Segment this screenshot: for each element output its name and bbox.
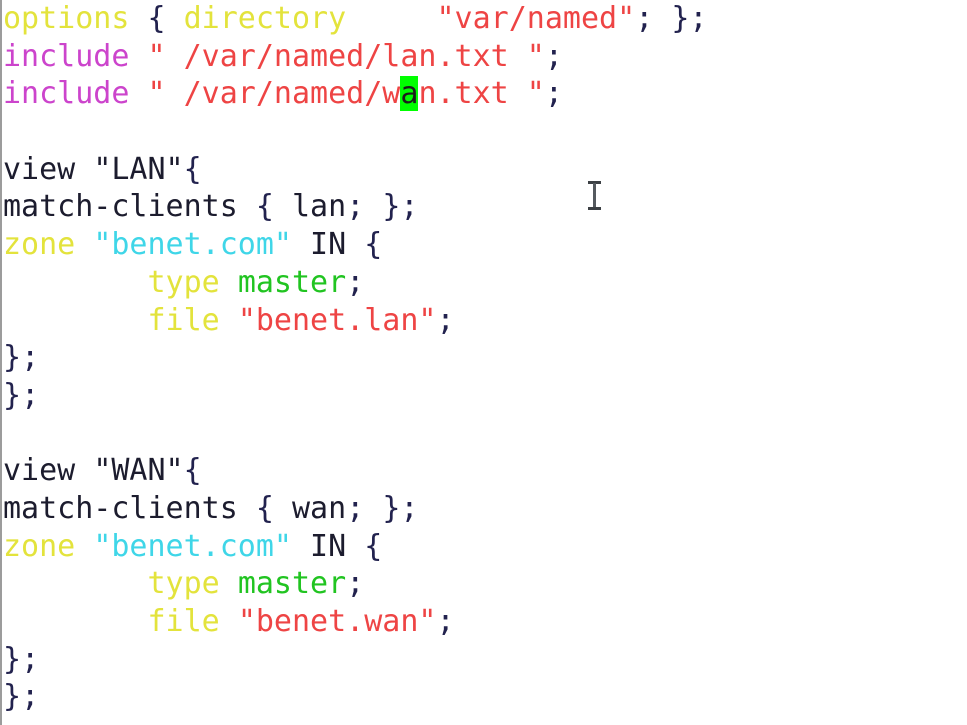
code-token-punct: ;	[400, 490, 419, 526]
code-token-punct: ;	[544, 76, 563, 112]
code-token-string-highlighted: a	[400, 76, 419, 112]
code-token-keyword: file	[147, 604, 220, 639]
code-token-string: "benet.wan"	[237, 604, 437, 639]
code-token-string: " /var/named/lan.txt "	[147, 38, 545, 74]
code-token-punct: ;	[635, 1, 654, 36]
code-token-keyword: options	[3, 1, 130, 36]
code-token-punct: ;	[21, 679, 40, 715]
window-left-border	[0, 0, 2, 725]
code-line[interactable]: };	[3, 339, 963, 377]
code-token-punct: {	[255, 189, 274, 225]
code-line[interactable]: };	[3, 377, 963, 415]
code-token-punct: {	[364, 528, 383, 564]
code-token-punct: ;	[346, 189, 383, 225]
code-line[interactable]: match-clients { lan; };	[3, 188, 963, 226]
code-token-punct: ;	[21, 377, 40, 413]
code-line[interactable]	[3, 113, 963, 151]
code-token-plain: lan	[273, 189, 347, 225]
code-token-punct: ;	[346, 490, 383, 526]
code-token-string: "var/named"	[436, 1, 636, 36]
code-token-punct: }	[671, 1, 690, 36]
code-line[interactable]: include " /var/named/lan.txt ";	[3, 38, 963, 76]
code-token-keyword: directory	[183, 1, 347, 36]
code-token-keyword: zone	[3, 528, 76, 564]
editor-window: options { directory "var/named"; }; inclu…	[0, 0, 967, 725]
code-token-plain: IN	[292, 227, 365, 263]
code-token-punct: }	[382, 189, 401, 225]
code-token-plain: IN	[292, 528, 365, 564]
code-token-punct: }	[382, 490, 401, 526]
code-line[interactable]: match-clients { wan; };	[3, 490, 963, 528]
code-token-plain: wan	[273, 490, 347, 526]
code-token-string: n.txt "	[418, 76, 545, 112]
code-token-punct: {	[255, 490, 274, 526]
code-line[interactable]: };	[3, 641, 963, 679]
code-token-plain: match-clients	[3, 189, 256, 225]
code-token-punct: }	[3, 679, 22, 715]
code-token-value: master	[237, 264, 347, 300]
code-line[interactable]: };	[3, 678, 963, 716]
code-token-include: include	[3, 76, 130, 112]
code-token-string: "benet.lan"	[237, 302, 437, 338]
code-line[interactable]: file "benet.lan";	[3, 302, 963, 340]
code-line[interactable]	[3, 415, 963, 453]
code-token-plain: "LAN"	[93, 151, 184, 187]
code-token-keyword: zone	[3, 227, 76, 263]
code-token-plain: view	[3, 151, 94, 187]
code-line[interactable]: file "benet.wan";	[3, 603, 963, 641]
code-token-include: include	[3, 38, 130, 74]
code-token-zonename: "benet.com"	[93, 528, 292, 564]
code-token-punct: ;	[544, 38, 563, 74]
code-line[interactable]: view "LAN"{	[3, 151, 963, 189]
code-token-value: master	[237, 566, 347, 602]
code-token-punct: ;	[689, 1, 708, 36]
code-token-punct: {	[183, 453, 202, 489]
code-token-plain: match-clients	[3, 490, 256, 526]
code-token-punct: {	[183, 151, 202, 187]
code-token-punct: ;	[436, 302, 455, 338]
code-token-punct: ;	[21, 641, 40, 677]
code-token-punct: {	[364, 227, 383, 263]
code-line[interactable]: options { directory "var/named"; };	[3, 0, 963, 38]
code-token-punct: ;	[436, 604, 455, 639]
code-token-punct: }	[3, 340, 22, 376]
code-line[interactable]: zone "benet.com" IN {	[3, 528, 963, 566]
code-token-punct: }	[3, 641, 22, 677]
code-token-punct: }	[3, 377, 22, 413]
code-line[interactable]: include " /var/named/wan.txt ";	[3, 75, 963, 113]
code-token-punct: ;	[346, 566, 365, 602]
code-line[interactable]: type master;	[3, 264, 963, 302]
code-token-plain: view	[3, 453, 94, 489]
code-token-punct: ;	[21, 340, 40, 376]
code-line[interactable]: view "WAN"{	[3, 452, 963, 490]
code-token-punct: ;	[346, 264, 365, 300]
code-token-punct: {	[147, 1, 166, 36]
code-line[interactable]: type master;	[3, 565, 963, 603]
code-token-punct: ;	[400, 189, 419, 225]
code-token-keyword: type	[147, 566, 220, 602]
code-line[interactable]: zone "benet.com" IN {	[3, 226, 963, 264]
code-token-keyword: type	[147, 264, 220, 300]
code-token-plain: "WAN"	[93, 453, 184, 489]
code-token-zonename: "benet.com"	[93, 227, 292, 263]
code-token-keyword: file	[147, 302, 220, 338]
code-token-string: " /var/named/w	[147, 76, 401, 112]
code-editor-text-area[interactable]: options { directory "var/named"; }; inclu…	[3, 0, 963, 716]
